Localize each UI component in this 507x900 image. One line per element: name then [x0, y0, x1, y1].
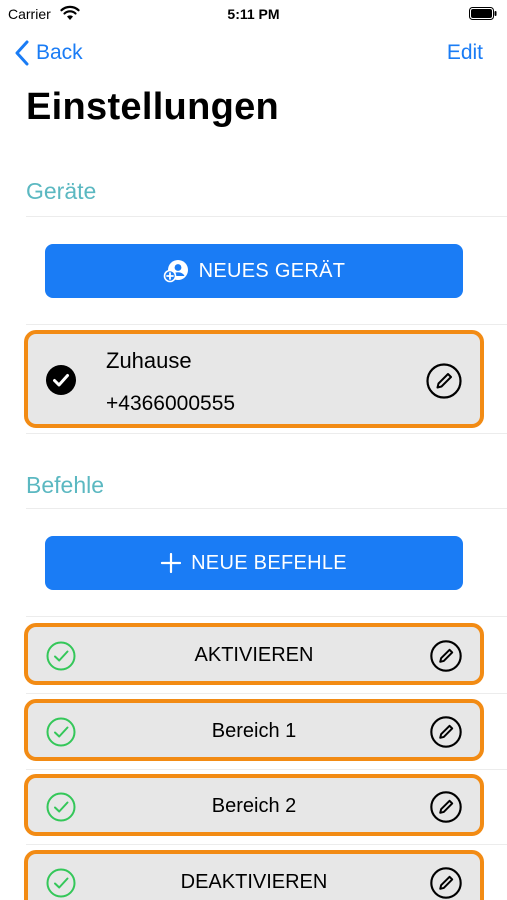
- add-command-label: NEUE BEFEHLE: [191, 551, 347, 574]
- command-label: Bereich 2: [211, 795, 297, 817]
- back-label: Back: [36, 41, 83, 64]
- chevron-left-icon: [15, 40, 29, 66]
- device-phone: +4366000555: [106, 392, 236, 415]
- divider: [26, 216, 507, 217]
- battery-icon: [469, 7, 497, 20]
- add-device-icon: [163, 258, 189, 284]
- page-title: Einstellungen: [26, 86, 280, 128]
- command-card-area-1[interactable]: Bereich 1: [24, 699, 484, 761]
- command-card-area-2[interactable]: Bereich 2: [24, 774, 484, 836]
- back-button[interactable]: Back: [14, 38, 83, 68]
- divider: [26, 508, 507, 509]
- pencil-circle-icon[interactable]: [430, 716, 462, 748]
- command-card-activate[interactable]: AKTIVIEREN: [24, 623, 484, 685]
- device-name: Zuhause: [106, 348, 192, 373]
- clock: 5:11 PM: [227, 6, 280, 22]
- command-label: Bereich 1: [211, 720, 297, 742]
- command-card-deactivate[interactable]: DEAKTIVIEREN: [24, 850, 484, 900]
- edit-button[interactable]: Edit: [447, 41, 483, 65]
- pencil-circle-icon[interactable]: [430, 867, 462, 899]
- divider: [26, 769, 507, 770]
- pencil-circle-icon[interactable]: [430, 640, 462, 672]
- add-device-label: NEUES GERÄT: [198, 259, 346, 282]
- command-label: AKTIVIEREN: [194, 644, 314, 666]
- divider: [26, 616, 507, 617]
- divider: [26, 693, 507, 694]
- pencil-circle-icon[interactable]: [426, 363, 462, 399]
- section-header-devices: Geräte: [26, 178, 97, 204]
- device-card[interactable]: Zuhause +4366000555: [24, 330, 484, 428]
- divider: [26, 324, 507, 325]
- status-bar: Carrier 5:11 PM: [0, 0, 507, 28]
- checkmark-filled-icon: [46, 365, 76, 395]
- divider: [26, 433, 507, 434]
- pencil-circle-icon[interactable]: [430, 791, 462, 823]
- command-label: DEAKTIVIEREN: [180, 871, 328, 893]
- divider: [26, 844, 507, 845]
- plus-icon: [161, 553, 182, 573]
- add-device-button[interactable]: NEUES GERÄT: [45, 244, 463, 298]
- section-header-commands: Befehle: [26, 472, 105, 498]
- add-command-button[interactable]: NEUE BEFEHLE: [45, 536, 463, 590]
- settings-screen: Carrier 5:11 PM Back Edit Einstellungen …: [0, 0, 507, 900]
